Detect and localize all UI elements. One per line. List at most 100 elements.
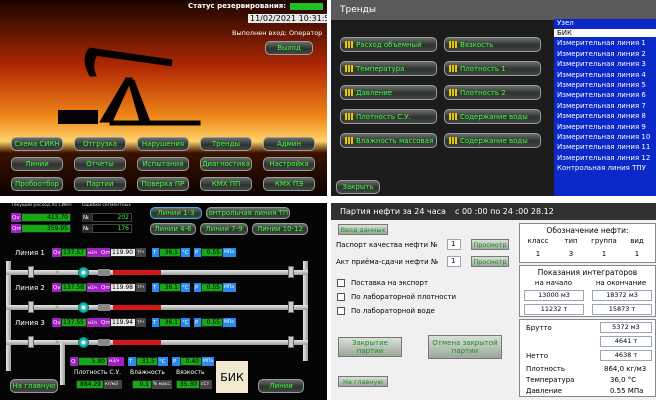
bar-chart-icon: [345, 89, 353, 96]
flow-arrow-icon: »: [55, 268, 60, 276]
menu-button-2-3[interactable]: КМХ ПП: [200, 177, 252, 191]
lab-water-label: По лабораторной воде: [351, 307, 435, 315]
trend-button-right-1[interactable]: Плотность 1: [444, 61, 541, 76]
valve-icon: [28, 301, 34, 313]
line-qv-value: 137.57: [61, 248, 87, 257]
quality-passport-label: Паспорт качества нефти №: [336, 241, 438, 249]
quality-passport-field[interactable]: 1: [447, 239, 461, 250]
trend-button-right-2[interactable]: Плотность 2: [444, 85, 541, 100]
line-qm-unit: т/ч: [136, 283, 146, 292]
node-list-item[interactable]: Контрольная линия ТПУ: [554, 164, 656, 172]
logout-button[interactable]: Выход: [265, 41, 313, 55]
line-qm-tag: Qm: [100, 283, 111, 292]
node-list-item[interactable]: Измерительная линия 2: [554, 50, 656, 58]
qm-value: 359.95: [21, 224, 71, 233]
line-t-tag: T: [152, 248, 159, 257]
menu-button-2-1[interactable]: Партии: [74, 177, 126, 191]
integ-r2-end: 15873 т: [592, 304, 652, 315]
flowmeter-icon: [78, 267, 89, 278]
trend-button-right-3[interactable]: Содержание воды: [444, 109, 541, 124]
line-p-tag: P: [194, 283, 201, 292]
bik-t-tag: T: [128, 357, 136, 366]
line-label-1: Линия 1: [15, 249, 45, 257]
line-qm-tag: Qm: [100, 248, 111, 257]
acceptance-act-field[interactable]: 1: [447, 256, 461, 267]
lab-density-checkbox[interactable]: [337, 293, 345, 301]
menu-button-2-0[interactable]: Пробоотбор: [11, 177, 63, 191]
trend-button-left-3[interactable]: Плотность С.У.: [340, 109, 437, 124]
menu-button-2-4[interactable]: КМХ ПЭ: [263, 177, 315, 191]
node-list-item[interactable]: Измерительная линия 6: [554, 91, 656, 99]
menu-button-0-3[interactable]: Тренды: [200, 137, 252, 151]
trend-button-right-0[interactable]: Вязкость: [444, 37, 541, 52]
trend-button-left-0[interactable]: Расход объемный: [340, 37, 437, 52]
trend-button-left-2[interactable]: Давление: [340, 85, 437, 100]
valve-icon: [288, 301, 294, 313]
tab-control-line[interactable]: Контрольная линия ТПУ: [206, 207, 290, 219]
node-list-item[interactable]: Измерительная линия 3: [554, 60, 656, 68]
tab-lines-7-9[interactable]: Линии 7-9: [200, 223, 248, 235]
bik-moisture-label: Влажность: [130, 369, 165, 376]
menu-button-2-2[interactable]: Поверка ПР: [137, 177, 189, 191]
bik-moisture-value: 0.1: [132, 380, 152, 389]
menu-button-0-4[interactable]: Админ: [263, 137, 315, 151]
node-list-item[interactable]: БИК: [554, 29, 656, 37]
node-list-item[interactable]: Измерительная линия 12: [554, 154, 656, 162]
node-list-item[interactable]: Измерительная линия 7: [554, 102, 656, 110]
tab-lines-1-3[interactable]: Линии 1-3: [150, 207, 202, 219]
node-list-item[interactable]: Измерительная линия 10: [554, 133, 656, 141]
trend-button-label: Расход объемный: [356, 40, 422, 49]
tab-lines-4-6[interactable]: Линии 4-6: [150, 223, 196, 235]
menu-button-1-3[interactable]: Диагностика: [200, 157, 252, 171]
brutto-mass: 4641 т: [600, 336, 652, 347]
menu-button-1-4[interactable]: Настройка: [263, 157, 315, 171]
export-checkbox[interactable]: [337, 279, 345, 287]
line-p-value: 0.55: [201, 318, 223, 327]
node-list-item[interactable]: Измерительная линия 1: [554, 39, 656, 47]
lines-button[interactable]: Линии: [258, 379, 304, 393]
integ-header-start: на начало: [534, 279, 573, 287]
home-button[interactable]: На главную: [10, 379, 58, 393]
integrators-box: Показания интеграторов на начало на окон…: [519, 265, 656, 317]
cancel-batch-button[interactable]: Отмена закрытой партии: [428, 335, 502, 359]
bik-viscosity-label: Вязкость: [176, 369, 205, 376]
enter-data-button[interactable]: Ввод данных: [338, 224, 388, 235]
node-list-item[interactable]: Измерительная линия 8: [554, 112, 656, 120]
menu-button-0-1[interactable]: Отгрузка: [74, 137, 126, 151]
lab-density-label: По лабораторной плотности: [351, 293, 457, 301]
menu-button-1-1[interactable]: Отчеты: [74, 157, 126, 171]
menu-button-1-2[interactable]: Испытания: [137, 157, 189, 171]
status-label: Статус резервирования:: [188, 2, 287, 10]
bar-chart-icon: [449, 113, 457, 120]
line-qm-value: 119.90: [110, 248, 136, 257]
pressure-label: Давление: [526, 387, 563, 395]
line-qm-tag: Qm: [100, 318, 111, 327]
node-list-item[interactable]: Измерительная линия 5: [554, 81, 656, 89]
integ-r1-end: 18372 м3: [592, 290, 652, 301]
menu-button-1-0[interactable]: Линии: [11, 157, 63, 171]
trend-button-left-1[interactable]: Температура: [340, 61, 437, 76]
node-list-item[interactable]: Измерительная линия 9: [554, 123, 656, 131]
qv-value: 413.70: [21, 213, 71, 222]
strainer-icon: [98, 269, 110, 276]
bar-chart-icon: [449, 137, 457, 144]
node-list-item[interactable]: Измерительная линия 11: [554, 143, 656, 151]
acceptance-act-label: Акт приёма-сдачи нефти №: [336, 258, 439, 266]
node-list-item[interactable]: Измерительная линия 4: [554, 71, 656, 79]
menu-button-0-2[interactable]: Нарушения: [137, 137, 189, 151]
quality-view-button[interactable]: Просмотр: [471, 239, 509, 250]
lab-water-checkbox[interactable]: [337, 307, 345, 315]
trend-button-left-4[interactable]: Влажность массовая: [340, 133, 437, 148]
close-batch-button[interactable]: Закрытие партии: [338, 337, 402, 357]
acceptance-view-button[interactable]: Просмотр: [471, 256, 509, 267]
home-button-batch[interactable]: На главную: [338, 376, 388, 387]
tab-lines-10-12[interactable]: Линии 10-12: [252, 223, 308, 235]
trend-button-right-4[interactable]: Содержание воды: [444, 133, 541, 148]
line-t-unit: °C: [181, 283, 190, 292]
trend-button-label: Плотность 2: [460, 88, 506, 97]
close-button[interactable]: Закрыть: [336, 180, 380, 194]
menu-button-0-0[interactable]: Схема СИКН: [11, 137, 63, 151]
netto-value: 4638 т: [600, 350, 652, 361]
integ-r2-start: 11232 т: [524, 304, 584, 315]
results-box: Брутто 5372 м3 4641 т Нетто 4638 т Плотн…: [519, 319, 656, 397]
